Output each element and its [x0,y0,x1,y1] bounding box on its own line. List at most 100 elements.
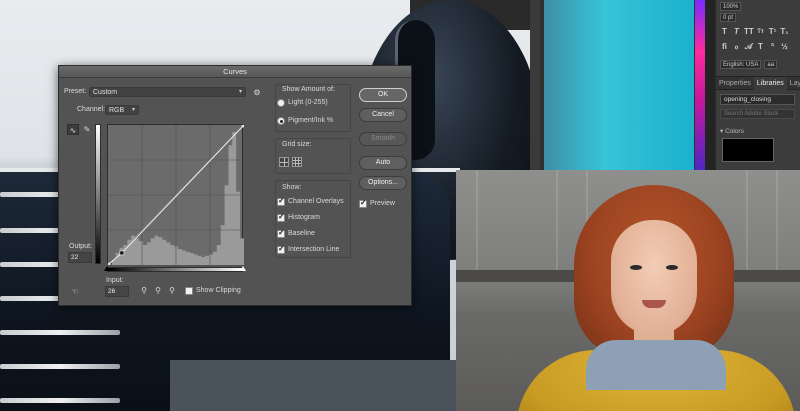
wall-line [476,170,478,270]
chevron-down-icon: ▾ [131,107,135,113]
show-label: Show: [282,184,302,191]
output-field[interactable]: 22 [68,252,92,263]
tab-layers[interactable]: Lay [787,77,800,90]
pigment-label: Pigment/Ink % [288,117,334,124]
zoom-row: 100% [720,2,742,11]
auto-button[interactable]: Auto [359,156,407,170]
white-point-slider[interactable] [240,266,246,271]
show-amount-label: Show Amount of: [282,86,335,93]
histogram-label: Histogram [288,214,320,221]
black-eyedropper-icon[interactable]: ⚲ [139,286,149,296]
gear-icon[interactable]: ⚙ [251,87,263,98]
titling-icon[interactable]: T [756,42,765,51]
canvas-bottom-strip [170,360,460,411]
white-eyedropper-icon[interactable]: ⚲ [167,286,177,296]
tab-libraries[interactable]: Libraries [753,77,787,90]
panel-gap [705,0,715,170]
presenter-face [611,220,697,335]
presenter-video [456,170,800,411]
curve-control-point [241,122,247,128]
input-gradient-bar [107,267,243,272]
chevron-down-icon: ▾ [238,89,242,95]
gray-eyedropper-icon[interactable]: ⚲ [153,286,163,296]
preview-label: Preview [370,200,395,207]
antialias-select[interactable]: aa [764,60,778,69]
grid-size-label: Grid size: [282,141,312,148]
light-radio[interactable] [277,99,285,107]
curve-control-point [119,250,125,256]
stylistic-icon[interactable]: 𝒜 [744,42,753,52]
curve-graph[interactable] [105,122,247,268]
preview-checkbox[interactable] [359,198,367,208]
pigment-radio[interactable] [277,117,285,125]
hue-slider[interactable] [695,0,705,170]
car-grille-bar [0,364,120,369]
options-button[interactable]: Options... [359,176,407,190]
curve-chart[interactable] [105,122,247,268]
tab-properties[interactable]: Properties [716,77,754,90]
type-style-row: T T TT Tт T¹ T₁ [720,27,789,36]
all-caps-icon[interactable]: TT [744,27,754,36]
channel-label: Channel: [77,106,106,113]
preset-label: Preset: [64,88,87,95]
show-clipping-checkbox[interactable] [185,287,193,295]
black-point-slider[interactable] [104,266,110,271]
channel-value: RGB [109,107,125,114]
ordinal-icon[interactable]: ª [768,42,777,51]
subscript-icon[interactable]: T₁ [780,27,789,36]
target-adjust-icon[interactable]: ☜ [69,286,81,297]
pencil-icon[interactable]: ✎ [81,124,93,135]
presenter-collar [586,340,726,390]
wall-line [556,170,558,270]
ligature-icon[interactable]: ﬁ [720,42,729,51]
intersection-line-checkbox[interactable] [277,244,285,254]
intersection-line-label: Intersection Line [288,246,340,253]
faux-bold-icon[interactable]: T [720,27,729,36]
library-select[interactable]: opening_closing [720,94,795,105]
color-swatch[interactable] [722,138,774,162]
cancel-button[interactable]: Cancel [359,108,407,122]
color-picker-panel [530,0,695,170]
faux-italic-icon[interactable]: T [732,27,741,36]
preset-value: Custom [93,89,118,96]
presenter-eye [666,265,678,270]
input-field[interactable]: 26 [105,286,129,297]
panel-separator [530,0,540,170]
histogram-checkbox[interactable] [277,212,285,222]
superscript-icon[interactable]: T¹ [768,27,777,36]
zoom-field[interactable]: 100% [720,2,742,11]
channel-overlays-label: Channel Overlays [288,198,344,205]
output-label: Output: [69,243,92,250]
curve-control-point [105,262,111,268]
size-field[interactable]: 0 pt [720,13,737,22]
preset-select[interactable]: Custom ▾ [89,87,246,97]
dialog-title[interactable]: Curves [59,66,411,78]
swash-icon[interactable]: ℴ [732,42,741,51]
color-field[interactable] [544,0,694,170]
ps-side-panel: 100% 0 pt T T TT Tт T¹ T₁ ﬁ ℴ 𝒜 T ª ½ En… [715,0,800,170]
output-gradient-bar [95,124,101,264]
car-grille-bar [0,330,120,335]
channel-overlays-checkbox[interactable] [277,196,285,206]
smooth-button[interactable]: Smooth [359,132,407,146]
language-select[interactable]: English: USA [720,60,762,69]
wall-line [746,170,748,270]
show-clipping-label: Show Clipping [196,287,241,294]
size-row: 0 pt [720,13,737,22]
wall-line [776,170,778,270]
ok-button[interactable]: OK [359,88,407,102]
grid-fine-button[interactable] [292,157,302,167]
fraction-icon[interactable]: ½ [780,42,789,51]
grid-coarse-button[interactable] [279,157,289,167]
light-label: Light (0-255) [288,99,328,106]
channel-select[interactable]: RGB ▾ [105,105,139,115]
curves-dialog: Curves Preset: Custom ▾ ⚙ Channel: RGB ▾… [58,65,412,306]
stock-search-input[interactable]: Search Adobe Stock [720,109,795,119]
colors-section-label[interactable]: ▾ Colors [720,127,744,135]
baseline-label: Baseline [288,230,315,237]
language-row: English: USA aa [720,60,778,69]
baseline-checkbox[interactable] [277,228,285,238]
curve-point-tool-icon[interactable]: ∿ [67,124,79,135]
small-caps-icon[interactable]: Tт [756,29,765,35]
opentype-row: ﬁ ℴ 𝒜 T ª ½ [720,42,789,52]
